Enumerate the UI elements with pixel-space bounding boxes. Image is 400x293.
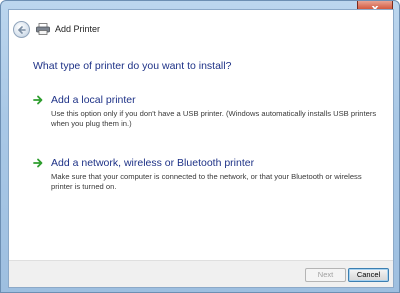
window-title: Add Printer	[55, 24, 101, 34]
cancel-button[interactable]: Cancel	[348, 268, 389, 282]
option-title[interactable]: Add a local printer	[51, 94, 136, 106]
green-arrow-icon	[33, 158, 43, 168]
wizard-client-area: Add Printer What type of printer do you …	[8, 9, 394, 288]
option-title[interactable]: Add a network, wireless or Bluetooth pri…	[51, 157, 254, 169]
page-heading: What type of printer do you want to inst…	[33, 60, 232, 72]
next-button[interactable]: Next	[305, 268, 346, 282]
wizard-nav-bar: Add Printer	[9, 10, 393, 44]
green-arrow-icon	[33, 95, 43, 105]
option-description: Use this option only if you don't have a…	[51, 109, 377, 128]
back-arrow-icon	[17, 26, 26, 34]
back-button[interactable]	[13, 21, 30, 38]
option-description: Make sure that your computer is connecte…	[51, 172, 362, 191]
wizard-footer: Next Cancel	[9, 260, 393, 287]
printer-icon	[36, 23, 50, 35]
add-printer-window: x Add Printer What type of printer do yo…	[0, 0, 400, 293]
